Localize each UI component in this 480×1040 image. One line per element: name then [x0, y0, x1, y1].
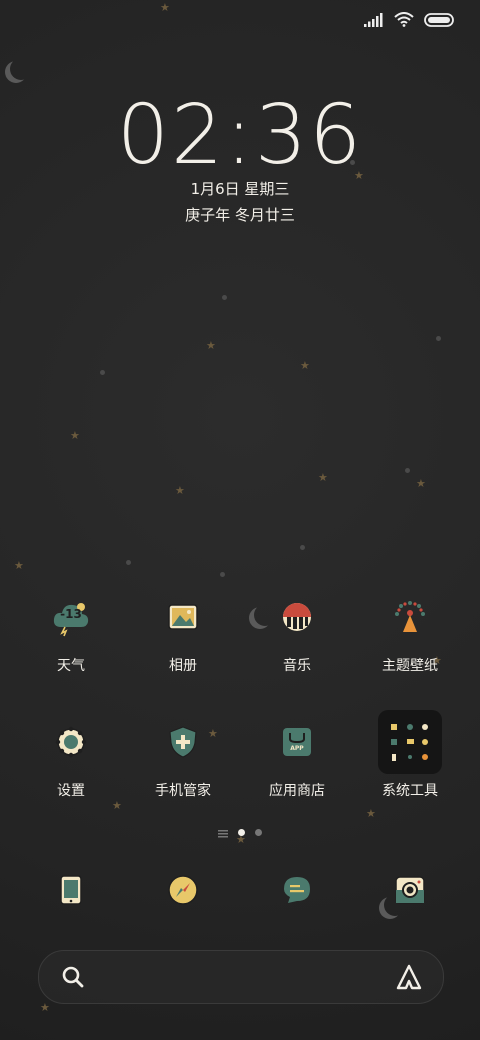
dot-decoration	[405, 468, 410, 473]
browser-compass-icon	[151, 858, 215, 922]
dot-decoration	[300, 545, 305, 550]
wifi-icon	[394, 11, 414, 31]
theme-wallpaper-icon	[378, 585, 442, 649]
messages-icon	[265, 858, 329, 922]
app-weather[interactable]: -13 天气	[11, 585, 131, 675]
dot-decoration	[126, 560, 131, 565]
page-dot-active[interactable]	[238, 829, 245, 836]
phone-icon	[39, 858, 103, 922]
weather-cloud-icon: -13	[39, 585, 103, 649]
app-label: 手机管家	[155, 783, 211, 799]
moon-icon	[10, 58, 32, 80]
app-label: 应用商店	[269, 783, 325, 799]
star-icon: ★	[70, 429, 80, 442]
camera-icon	[378, 858, 442, 922]
clock-date[interactable]: 1月6日 星期三	[0, 178, 480, 199]
dot-decoration	[220, 572, 225, 577]
page-dot-inactive[interactable]	[255, 829, 262, 836]
app-label: 系统工具	[382, 783, 438, 799]
app-theme-wallpaper[interactable]: 主题壁纸	[350, 585, 470, 675]
app-system-tools-folder[interactable]: 系统工具	[350, 710, 470, 800]
star-icon: ★	[206, 339, 216, 352]
dot-decoration	[100, 370, 105, 375]
app-label: 相册	[169, 658, 197, 674]
app-store-icon: APP	[265, 710, 329, 774]
search-bar[interactable]	[38, 950, 444, 1004]
page-indicator[interactable]	[0, 823, 480, 842]
dock-camera[interactable]	[350, 858, 470, 922]
app-label: 设置	[57, 783, 85, 799]
dot-decoration	[222, 295, 227, 300]
settings-gear-icon	[39, 710, 103, 774]
search-icon[interactable]	[61, 965, 85, 993]
star-icon: ★	[175, 484, 185, 497]
dock-browser[interactable]	[123, 858, 243, 922]
app-label: 天气	[57, 658, 85, 674]
star-icon: ★	[40, 1001, 50, 1014]
dot-decoration	[436, 336, 441, 341]
app-security[interactable]: 手机管家	[123, 710, 243, 800]
app-label: 音乐	[283, 658, 311, 674]
star-icon: ★	[366, 807, 376, 820]
star-icon: ★	[160, 1, 170, 14]
gallery-icon	[151, 585, 215, 649]
system-tools-folder-icon	[378, 710, 442, 774]
weather-temperature: -13	[60, 607, 82, 621]
status-bar	[364, 10, 454, 32]
app-label: 主题壁纸	[382, 658, 438, 674]
star-icon: ★	[318, 471, 328, 484]
app-store[interactable]: APP 应用商店	[237, 710, 357, 800]
app-store-badge: APP	[290, 744, 304, 752]
menu-lines-icon[interactable]	[218, 823, 228, 842]
battery-icon	[424, 12, 454, 31]
star-icon: ★	[416, 477, 426, 490]
music-icon	[265, 585, 329, 649]
clock-lunar-date: 庚子年 冬月廿三	[185, 206, 295, 224]
star-icon: ★	[112, 799, 122, 812]
assistant-logo-icon[interactable]	[395, 964, 423, 994]
star-icon: ★	[300, 359, 310, 372]
app-gallery[interactable]: 相册	[123, 585, 243, 675]
star-icon: ★	[14, 559, 24, 572]
signal-bars-icon	[364, 12, 384, 31]
dock-phone[interactable]	[11, 858, 131, 922]
security-shield-icon	[151, 710, 215, 774]
app-music[interactable]: 音乐	[237, 585, 357, 675]
clock-time[interactable]: 02:36	[0, 88, 480, 183]
dock-messages[interactable]	[237, 858, 357, 922]
app-settings[interactable]: 设置	[11, 710, 131, 800]
